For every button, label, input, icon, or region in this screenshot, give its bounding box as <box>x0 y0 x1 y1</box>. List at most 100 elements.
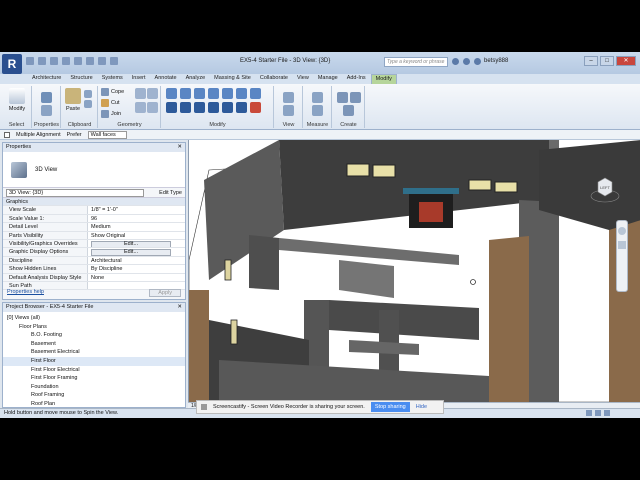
property-value[interactable]: Architectural <box>87 256 185 265</box>
zoom-icon[interactable] <box>618 241 626 249</box>
stop-sharing-button[interactable]: Stop sharing <box>370 402 410 412</box>
text-icon[interactable] <box>98 57 106 65</box>
tab-modify[interactable]: Modify <box>370 74 397 84</box>
apply-button[interactable]: Apply <box>149 289 181 297</box>
steering-wheel-icon[interactable] <box>618 227 626 235</box>
property-value[interactable]: 96 <box>87 214 185 223</box>
align-icon[interactable] <box>166 88 177 99</box>
modify-button[interactable]: Modify <box>6 88 28 112</box>
copy-icon[interactable] <box>180 102 191 113</box>
split-gap-icon[interactable] <box>236 88 247 99</box>
override-graphics-icon[interactable] <box>283 105 294 116</box>
browser-node[interactable]: Floor Plans <box>3 323 185 332</box>
demolish-icon[interactable] <box>147 102 158 113</box>
open-icon[interactable] <box>26 57 34 65</box>
delete-icon[interactable] <box>250 102 261 113</box>
properties-help-link[interactable]: Properties help <box>7 289 44 297</box>
browser-node[interactable]: First Floor Framing <box>3 374 185 383</box>
browser-node[interactable]: First Floor <box>3 356 185 366</box>
binoculars-icon[interactable] <box>452 58 459 65</box>
tab-structure[interactable]: Structure <box>66 74 96 84</box>
offset-icon[interactable] <box>180 88 191 99</box>
create-assembly-icon[interactable] <box>337 92 348 103</box>
rotate-icon[interactable] <box>194 102 205 113</box>
user-account[interactable]: betsy888 <box>484 58 508 64</box>
navigation-bar[interactable] <box>616 220 628 292</box>
property-value[interactable]: By Discipline <box>87 265 185 273</box>
cut-to-clipboard-icon[interactable] <box>84 90 92 98</box>
design-options-icon[interactable] <box>604 410 610 416</box>
edit-type-button[interactable]: Edit Type <box>159 190 182 196</box>
revit-logo-icon[interactable]: R <box>2 54 22 74</box>
create-group-icon[interactable] <box>343 105 354 116</box>
browser-close-icon[interactable]: ✕ <box>177 303 182 312</box>
properties-close-icon[interactable]: ✕ <box>177 143 182 152</box>
maximize-button[interactable]: □ <box>600 56 614 66</box>
split-face-icon[interactable] <box>135 88 146 99</box>
type-properties-icon[interactable] <box>41 105 52 116</box>
3d-viewport[interactable]: LEFT <box>188 140 640 402</box>
browser-node[interactable]: Basement <box>3 340 185 349</box>
instance-select[interactable]: 3D View: {3D} <box>6 188 144 197</box>
browser-node[interactable]: Roof Plan <box>3 400 185 407</box>
browser-node[interactable]: Foundation <box>3 383 185 392</box>
prefer-select[interactable]: Wall faces <box>87 130 127 139</box>
worksets-icon[interactable] <box>595 410 601 416</box>
move-icon[interactable] <box>166 102 177 113</box>
properties-icon[interactable] <box>41 92 52 103</box>
browser-node[interactable]: First Floor Electrical <box>3 366 185 375</box>
wall-joins-icon[interactable] <box>135 102 146 113</box>
property-value[interactable]: 1/8" = 1'-0" <box>87 206 185 214</box>
mirror-line-icon[interactable] <box>208 88 219 99</box>
join-button[interactable]: Join <box>101 110 121 118</box>
3d-view-icon[interactable] <box>110 57 118 65</box>
type-selector[interactable]: 3D View <box>3 152 185 188</box>
select-group-label[interactable]: Select <box>2 122 31 128</box>
undo-icon[interactable] <box>50 57 58 65</box>
edit-button[interactable]: Edit... <box>91 249 171 256</box>
scale-icon[interactable] <box>236 102 247 113</box>
browser-node[interactable]: B.O. Footing <box>3 331 185 340</box>
star-icon[interactable] <box>474 58 481 65</box>
property-value[interactable]: Edit... <box>87 248 185 256</box>
tab-massing-site[interactable]: Massing & Site <box>210 74 255 84</box>
copy-to-clipboard-icon[interactable] <box>84 100 92 108</box>
property-category[interactable]: Graphics <box>3 198 185 207</box>
property-value[interactable]: Edit... <box>87 239 185 248</box>
property-value[interactable]: Show Original <box>87 231 185 239</box>
hide-in-view-icon[interactable] <box>283 92 294 103</box>
cut-button[interactable]: Cut <box>101 99 120 107</box>
tab-annotate[interactable]: Annotate <box>151 74 181 84</box>
mirror-axis-icon[interactable] <box>194 88 205 99</box>
filter-icon[interactable] <box>586 410 592 416</box>
hide-button[interactable]: Hide <box>416 404 427 410</box>
tab-analyze[interactable]: Analyze <box>182 74 210 84</box>
cope-button[interactable]: Cope <box>101 88 124 96</box>
browser-node[interactable]: Basement Electrical <box>3 348 185 357</box>
split-icon[interactable] <box>222 88 233 99</box>
paste-button[interactable]: Paste <box>64 88 82 112</box>
array-icon[interactable] <box>222 102 233 113</box>
tab-view[interactable]: View <box>293 74 313 84</box>
create-parts-icon[interactable] <box>350 92 361 103</box>
measure-distance-icon[interactable] <box>312 92 323 103</box>
tab-manage[interactable]: Manage <box>314 74 342 84</box>
browser-node[interactable]: Roof Framing <box>3 391 185 400</box>
paint-icon[interactable] <box>147 88 158 99</box>
minimize-button[interactable]: – <box>584 56 598 66</box>
search-input[interactable]: Type a keyword or phrase <box>384 57 448 67</box>
save-icon[interactable] <box>38 57 46 65</box>
property-value[interactable]: Medium <box>87 223 185 231</box>
multiple-alignment-checkbox[interactable] <box>4 131 10 138</box>
tab-insert[interactable]: Insert <box>128 74 150 84</box>
tab-collaborate[interactable]: Collaborate <box>256 74 292 84</box>
subscription-icon[interactable] <box>463 58 470 65</box>
tab-architecture[interactable]: Architecture <box>28 74 65 84</box>
redo-icon[interactable] <box>62 57 70 65</box>
print-icon[interactable] <box>74 57 82 65</box>
dimension-icon[interactable] <box>312 105 323 116</box>
viewcube[interactable]: LEFT <box>590 174 620 204</box>
tab-systems[interactable]: Systems <box>98 74 127 84</box>
house-3d-model[interactable] <box>189 140 640 402</box>
close-button[interactable]: ✕ <box>616 56 636 66</box>
